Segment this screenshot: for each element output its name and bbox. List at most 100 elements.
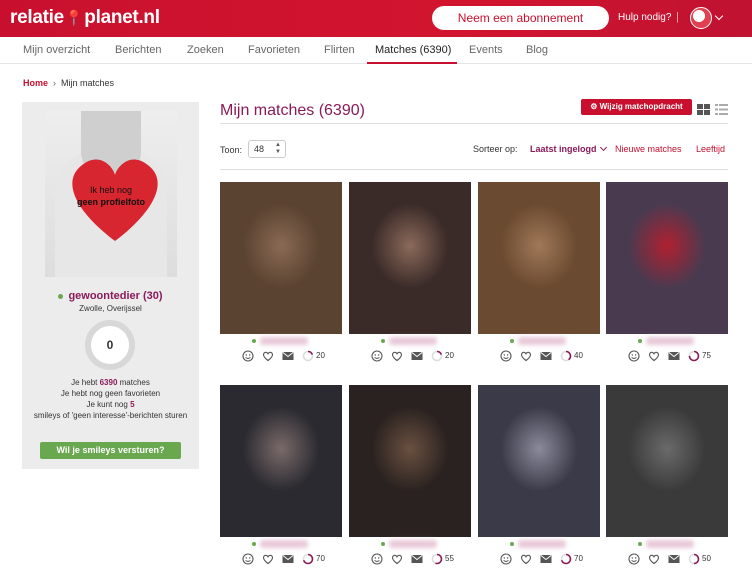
match-score: 20: [445, 351, 454, 360]
envelope-icon[interactable]: [668, 350, 680, 362]
match-score-icon: [560, 350, 572, 362]
match-name[interactable]: [220, 334, 342, 348]
nav-item-zoeken[interactable]: Zoeken: [187, 44, 224, 56]
filter-divider: [220, 169, 728, 170]
envelope-icon[interactable]: [540, 553, 552, 565]
subscribe-button[interactable]: Neem een abonnement: [432, 6, 609, 30]
envelope-icon[interactable]: [282, 350, 294, 362]
match-name[interactable]: [606, 334, 728, 348]
no-photo-line2: geen profielfoto: [77, 197, 145, 207]
grid-view-icon[interactable]: [697, 104, 710, 115]
sort-new-matches[interactable]: Nieuwe matches: [615, 144, 682, 154]
sort-label: Sorteer op:: [473, 144, 518, 154]
chevron-down-icon[interactable]: [714, 11, 724, 21]
edit-match-criteria-button[interactable]: ⚙ Wijzig matchopdracht: [581, 99, 692, 115]
match-name[interactable]: [606, 537, 728, 551]
match-card[interactable]: 75: [606, 182, 728, 364]
sort-last-login-label: Laatst ingelogd: [530, 144, 597, 154]
smiley-icon[interactable]: [371, 350, 383, 362]
online-status-icon: [381, 339, 385, 343]
smiley-icon[interactable]: [628, 553, 640, 565]
match-photo[interactable]: [349, 385, 471, 537]
match-actions: 70: [478, 551, 600, 567]
match-photo[interactable]: [606, 182, 728, 334]
online-status-icon: [638, 339, 642, 343]
heart-icon[interactable]: [648, 350, 660, 362]
profile-photo-placeholder[interactable]: Ik heb nog geen profielfoto: [45, 111, 177, 277]
smiley-icon[interactable]: [500, 350, 512, 362]
envelope-icon[interactable]: [411, 350, 423, 362]
match-card[interactable]: 70: [478, 385, 600, 567]
match-photo[interactable]: [349, 182, 471, 334]
nav-item-favorieten[interactable]: Favorieten: [248, 44, 300, 56]
nav-item-overzicht[interactable]: Mijn overzicht: [23, 44, 90, 56]
match-card[interactable]: 20: [220, 182, 342, 364]
match-score-icon: [431, 553, 443, 565]
match-score-icon: [302, 553, 314, 565]
profile-completeness-ring: 0: [85, 320, 135, 370]
match-card[interactable]: 70: [220, 385, 342, 567]
user-avatar[interactable]: [690, 7, 712, 29]
envelope-icon[interactable]: [540, 350, 552, 362]
match-card[interactable]: 50: [606, 385, 728, 567]
nav-item-blog[interactable]: Blog: [526, 44, 548, 56]
online-status-icon: [381, 542, 385, 546]
match-photo[interactable]: [220, 385, 342, 537]
match-name[interactable]: [478, 334, 600, 348]
match-score-icon: [302, 350, 314, 362]
match-score: 40: [574, 351, 583, 360]
match-actions: 55: [349, 551, 471, 567]
match-name[interactable]: [220, 537, 342, 551]
breadcrumb-current: Mijn matches: [61, 78, 115, 88]
match-name[interactable]: [349, 537, 471, 551]
heart-icon[interactable]: [520, 553, 532, 565]
list-view-icon[interactable]: [715, 104, 728, 115]
site-logo[interactable]: relatie📍planet.nl: [10, 7, 160, 29]
heart-icon[interactable]: [262, 350, 274, 362]
nav-item-events[interactable]: Events: [469, 44, 503, 56]
stepper-arrows-icon: ▲ ▼: [275, 142, 281, 155]
match-card[interactable]: 40: [478, 182, 600, 364]
breadcrumb-home[interactable]: Home: [23, 78, 48, 88]
match-score: 70: [316, 554, 325, 563]
match-name[interactable]: [478, 537, 600, 551]
match-name[interactable]: [349, 334, 471, 348]
envelope-icon[interactable]: [282, 553, 294, 565]
match-photo[interactable]: [478, 182, 600, 334]
smiley-icon[interactable]: [371, 553, 383, 565]
heart-icon[interactable]: [391, 553, 403, 565]
smiley-icon[interactable]: [628, 350, 640, 362]
match-photo[interactable]: [606, 385, 728, 537]
heart-icon[interactable]: [520, 350, 532, 362]
heart-icon[interactable]: [648, 553, 660, 565]
show-count-select[interactable]: 48 ▲ ▼: [248, 140, 286, 158]
match-photo[interactable]: [220, 182, 342, 334]
heart-icon[interactable]: [391, 350, 403, 362]
profile-username[interactable]: gewoontedier (30): [22, 290, 199, 302]
send-smileys-button[interactable]: Wil je smileys versturen?: [40, 442, 181, 459]
envelope-icon[interactable]: [668, 553, 680, 565]
sort-age[interactable]: Leeftijd: [696, 144, 725, 154]
smiley-icon[interactable]: [500, 553, 512, 565]
nav-item-flirten[interactable]: Flirten: [324, 44, 355, 56]
heart-icon[interactable]: [262, 553, 274, 565]
nav-item-berichten[interactable]: Berichten: [115, 44, 161, 56]
smiley-icon[interactable]: [242, 350, 254, 362]
match-score: 50: [702, 554, 711, 563]
match-actions: 20: [349, 348, 471, 364]
main-nav: Mijn overzicht Berichten Zoeken Favoriet…: [0, 37, 752, 64]
envelope-icon[interactable]: [411, 553, 423, 565]
match-photo[interactable]: [478, 385, 600, 537]
logo-text-right: planet.nl: [84, 7, 160, 28]
online-status-icon: [638, 542, 642, 546]
help-link[interactable]: Hulp nodig?: [618, 12, 671, 23]
nav-item-matches[interactable]: Matches (6390): [375, 44, 451, 56]
breadcrumb: Home › Mijn matches: [23, 78, 114, 88]
stat-prefix: Je hebt: [71, 378, 98, 387]
match-card[interactable]: 20: [349, 182, 471, 364]
sort-last-login[interactable]: Laatst ingelogd: [530, 143, 607, 154]
smiley-icon[interactable]: [242, 553, 254, 565]
match-card[interactable]: 55: [349, 385, 471, 567]
match-score: 20: [316, 351, 325, 360]
favorites-text: Je hebt nog geen favorieten: [60, 389, 161, 398]
